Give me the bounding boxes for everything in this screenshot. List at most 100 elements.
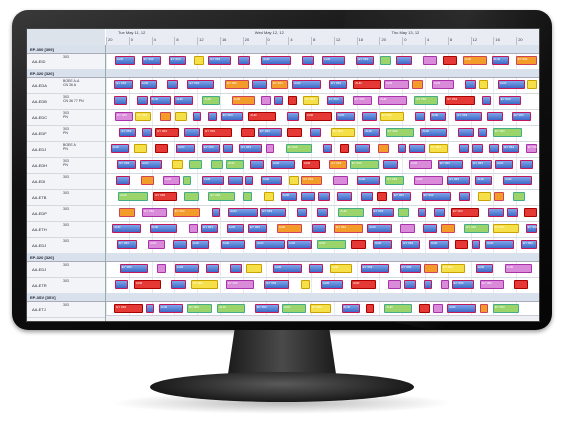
flight-bar[interactable]	[188, 160, 202, 169]
flight-bar[interactable]: EY 063	[511, 112, 531, 121]
flight-bar[interactable]	[263, 192, 275, 201]
flight-bar[interactable]: AUR	[373, 240, 392, 249]
flight-bar[interactable]	[309, 264, 323, 273]
flight-bar[interactable]: EY 063	[155, 128, 180, 137]
flight-bar[interactable]	[205, 264, 219, 273]
flight-bar[interactable]	[184, 192, 199, 201]
flight-bar[interactable]	[493, 192, 505, 201]
flight-bar[interactable]: AUR	[338, 208, 365, 217]
flight-bar[interactable]: EY 063	[440, 264, 466, 273]
flight-bar[interactable]: EY 063	[135, 112, 152, 121]
flight-bar[interactable]: EY 063	[349, 160, 379, 169]
flight-bar[interactable]: AUR	[114, 56, 136, 65]
flight-bar[interactable]: AUR	[174, 96, 193, 105]
flight-bar[interactable]: AUR	[139, 80, 158, 89]
flight-bar[interactable]	[458, 128, 474, 137]
flight-bar[interactable]	[365, 304, 375, 313]
flight-bar[interactable]: AUR	[504, 264, 532, 273]
flight-bar[interactable]	[229, 264, 243, 273]
flight-bar[interactable]	[246, 264, 262, 273]
flight-bar[interactable]	[397, 144, 407, 153]
flight-bar[interactable]: EY 063	[525, 144, 538, 153]
flight-bar[interactable]	[440, 224, 456, 233]
flight-bar[interactable]	[242, 192, 252, 201]
flight-bar[interactable]: EY 063	[392, 192, 412, 201]
flight-bar[interactable]	[142, 128, 152, 137]
flight-bar[interactable]	[210, 160, 224, 169]
flight-bar[interactable]	[316, 208, 328, 217]
flight-bar[interactable]	[289, 176, 300, 185]
flight-bar[interactable]: EY 063	[153, 192, 177, 201]
flight-bar[interactable]: EY 063	[360, 264, 390, 273]
flight-bar[interactable]	[486, 112, 503, 121]
flight-bar[interactable]	[323, 144, 332, 153]
flight-bar[interactable]: AUR	[176, 144, 195, 153]
flight-bar[interactable]	[116, 176, 130, 185]
flight-bar[interactable]: AUR	[174, 264, 199, 273]
flight-bar[interactable]: EY 063	[525, 224, 537, 233]
flight-bar[interactable]	[211, 208, 220, 217]
flight-bar[interactable]	[113, 96, 127, 105]
flight-bar[interactable]	[520, 160, 534, 169]
flight-bar[interactable]: AUR	[148, 240, 165, 249]
flight-bar[interactable]: EY 063	[330, 128, 356, 137]
flight-bar[interactable]: AUR	[190, 240, 210, 249]
flight-bar[interactable]: EY 063	[208, 192, 235, 201]
flight-bar[interactable]: AUR	[462, 56, 488, 65]
aircraft-row-label[interactable]: AA-EDJ 303	[27, 237, 105, 254]
flight-bar[interactable]	[170, 280, 187, 289]
flight-bar[interactable]	[188, 224, 199, 233]
aircraft-row-label[interactable]: AA-EDJ BOEE A PN	[27, 141, 105, 158]
flight-bar[interactable]	[136, 96, 148, 105]
flight-bar[interactable]: EY 063	[455, 112, 483, 121]
flight-bar[interactable]: EY 063	[401, 240, 421, 249]
flight-bar[interactable]	[464, 80, 477, 89]
flight-bar[interactable]: EY 063	[498, 96, 522, 105]
flight-bar[interactable]	[173, 240, 187, 249]
flight-bar[interactable]: AUR	[228, 208, 258, 217]
flight-bar[interactable]	[160, 112, 172, 121]
flight-bar[interactable]: EY 063	[492, 224, 520, 233]
flight-bar[interactable]	[433, 304, 443, 313]
flight-bar[interactable]	[422, 224, 438, 233]
flight-bar[interactable]	[424, 264, 438, 273]
flight-bar[interactable]: EY 063	[117, 240, 137, 249]
flight-bar[interactable]: EY 063	[480, 280, 504, 289]
flight-bar[interactable]	[479, 80, 488, 89]
flight-bar[interactable]: EY 063	[225, 280, 255, 289]
aircraft-row-label[interactable]: AA-EDJ 303	[27, 261, 105, 278]
flight-bar[interactable]: EY 063	[301, 176, 322, 185]
flight-bar[interactable]	[302, 56, 315, 65]
flight-bar[interactable]	[114, 280, 128, 289]
flight-bar[interactable]	[192, 112, 202, 121]
aircraft-row-label[interactable]: AA-EDP 303	[27, 205, 105, 222]
flight-bar[interactable]	[251, 80, 267, 89]
flight-bar[interactable]: EY 063	[385, 176, 405, 185]
flight-bar[interactable]: EY 063	[201, 144, 220, 153]
flight-bar[interactable]: EY 063	[208, 56, 232, 65]
flight-bar[interactable]: AUR	[321, 56, 345, 65]
flight-bar[interactable]: AUR	[260, 176, 283, 185]
flight-bar[interactable]: AUR	[353, 80, 381, 89]
flight-bar[interactable]: AUR	[384, 304, 413, 313]
flight-bar[interactable]: EY 063	[119, 264, 148, 273]
flight-bar[interactable]: EY 063	[334, 224, 364, 233]
flight-bar[interactable]: EY 063	[258, 128, 282, 137]
flight-bar[interactable]	[440, 280, 450, 289]
flight-bar[interactable]: AUR	[351, 280, 377, 289]
flight-bar[interactable]: EY 063	[451, 280, 475, 289]
flight-bar[interactable]: AUR	[133, 280, 162, 289]
flight-bar[interactable]: EY 063	[303, 96, 320, 105]
flight-bar[interactable]: AUR	[356, 176, 381, 185]
flight-bar[interactable]: AUR	[292, 80, 322, 89]
flight-bar[interactable]	[133, 144, 148, 153]
flight-bar[interactable]: EY 063	[254, 304, 280, 313]
flight-bar[interactable]: AUR	[491, 56, 510, 65]
flight-bar[interactable]	[318, 192, 330, 201]
flight-bar[interactable]: EY 063	[186, 304, 212, 313]
flight-bar[interactable]: EY 063	[260, 208, 286, 217]
flight-bar[interactable]: EY 063	[168, 56, 186, 65]
flight-bar[interactable]: AUR	[231, 96, 256, 105]
flight-bar[interactable]: EY 063	[464, 224, 490, 233]
aircraft-row-label[interactable]: AA-EDA BOEE A-A CN 36 A	[27, 77, 105, 94]
